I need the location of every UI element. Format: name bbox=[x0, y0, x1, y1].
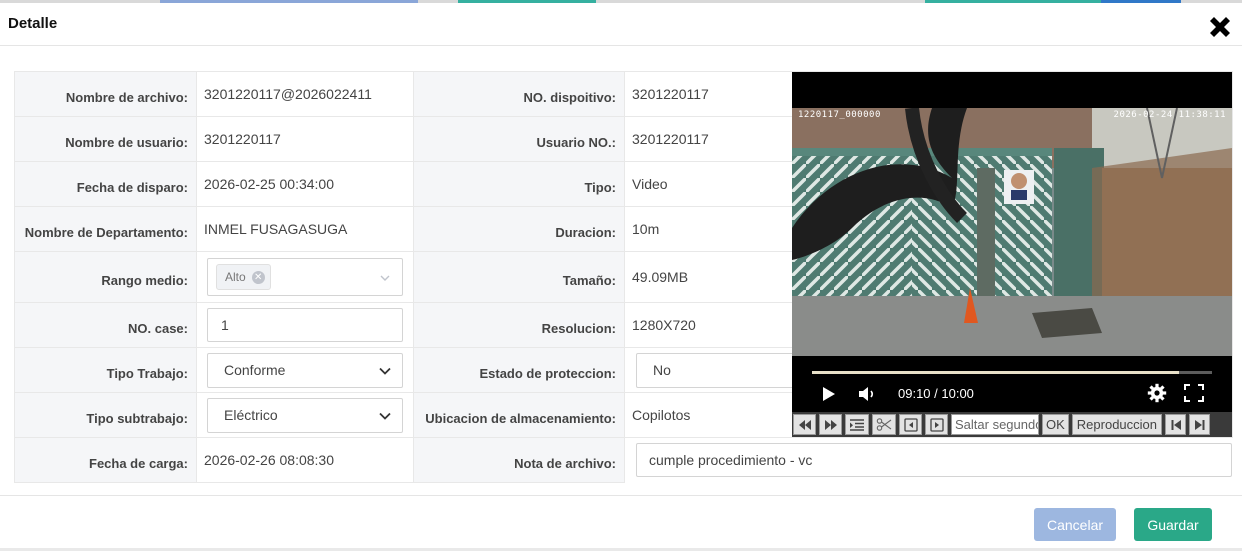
skip-seconds-input[interactable]: Saltar segundos bbox=[951, 414, 1039, 435]
video-progress-fill bbox=[812, 371, 1179, 374]
ok-button[interactable]: OK bbox=[1042, 414, 1069, 435]
case-number-value: 1 bbox=[221, 317, 229, 333]
storage-location-value: Copilotos bbox=[632, 407, 691, 423]
skip-start-icon bbox=[1171, 419, 1181, 430]
field-label: Nota de archivo: bbox=[413, 437, 625, 483]
prev-frame-icon bbox=[903, 417, 918, 432]
field-label: NO. case: bbox=[14, 302, 197, 348]
trigger-date-value: 2026-02-25 00:34:00 bbox=[204, 176, 334, 192]
playlist-button[interactable] bbox=[845, 414, 869, 435]
volume-button[interactable] bbox=[858, 385, 878, 408]
rewind-button[interactable] bbox=[793, 414, 816, 435]
play-button[interactable] bbox=[822, 386, 836, 407]
skip-start-button[interactable] bbox=[1165, 414, 1187, 435]
video-time: 09:10 / 10:00 bbox=[898, 386, 974, 401]
field-label: Fecha de carga: bbox=[14, 437, 197, 483]
list-indent-icon bbox=[850, 418, 864, 431]
field-label: Tamaño: bbox=[413, 251, 625, 303]
file-note-input[interactable]: cumple procedimiento - vc bbox=[636, 443, 1232, 478]
settings-gear-icon bbox=[1147, 383, 1167, 403]
player-toolbar: Saltar segundos OK Reproduccion bbox=[792, 412, 1232, 437]
video-frame-image bbox=[792, 108, 1232, 356]
rewind-icon bbox=[798, 419, 811, 430]
next-frame-icon bbox=[929, 417, 944, 432]
skip-end-icon bbox=[1194, 419, 1205, 430]
play-icon bbox=[823, 387, 835, 401]
protection-status-value: No bbox=[653, 362, 671, 378]
modal-footer: Cancelar Guardar bbox=[0, 495, 1242, 552]
range-multiselect[interactable]: Alto ✕ bbox=[207, 258, 403, 296]
work-type-value: Conforme bbox=[224, 362, 286, 378]
fullscreen-icon bbox=[1184, 384, 1204, 402]
field-label: Usuario NO.: bbox=[413, 116, 625, 162]
field-label: Nombre de Departamento: bbox=[14, 206, 197, 252]
range-tag-label: Alto bbox=[225, 270, 246, 284]
video-progress-bar[interactable] bbox=[812, 371, 1212, 374]
range-tag: Alto ✕ bbox=[216, 264, 271, 290]
field-label: Resolucion: bbox=[413, 302, 625, 348]
playback-button[interactable]: Reproduccion bbox=[1071, 414, 1163, 435]
field-label: Rango medio: bbox=[14, 251, 197, 303]
file-note-value: cumple procedimiento - vc bbox=[649, 452, 813, 469]
case-number-input[interactable]: 1 bbox=[207, 308, 403, 342]
duration-value: 10m bbox=[632, 221, 660, 237]
fast-forward-button[interactable] bbox=[819, 414, 842, 435]
file-name-value: 3201220117@2026022411 bbox=[204, 86, 372, 102]
prev-frame-button[interactable] bbox=[899, 414, 922, 435]
table-row: Fecha de carga: 2026-02-26 08:08:30 Nota… bbox=[14, 437, 1232, 483]
clip-button[interactable] bbox=[872, 414, 896, 435]
field-label: Tipo Trabajo: bbox=[14, 347, 197, 393]
video-osd-device: 1220117_000000 bbox=[798, 110, 881, 120]
video-osd-timestamp: 2026-02-24 11:38:11 bbox=[1113, 110, 1226, 120]
size-value: 49.09MB bbox=[632, 269, 689, 285]
field-label: Tipo subtrabajo: bbox=[14, 392, 197, 438]
cancel-button[interactable]: Cancelar bbox=[1034, 508, 1116, 541]
work-type-select[interactable]: Conforme bbox=[207, 352, 403, 388]
save-button[interactable]: Guardar bbox=[1134, 508, 1212, 541]
field-label: Fecha de disparo: bbox=[14, 161, 197, 207]
department-value: INMEL FUSAGASUGA bbox=[204, 221, 348, 237]
resolution-value: 1280X720 bbox=[632, 317, 696, 333]
subwork-type-select[interactable]: Eléctrico bbox=[207, 397, 403, 433]
scissors-icon bbox=[876, 418, 892, 431]
field-label: Estado de proteccion: bbox=[413, 347, 625, 393]
skip-end-button[interactable] bbox=[1189, 414, 1211, 435]
tag-remove-icon[interactable]: ✕ bbox=[251, 270, 265, 284]
chevron-down-icon bbox=[379, 412, 391, 420]
modal-header: Detalle bbox=[0, 3, 1242, 46]
chevron-down-icon bbox=[380, 275, 390, 281]
field-label: Duracion: bbox=[413, 206, 625, 252]
upload-date-value: 2026-02-26 08:08:30 bbox=[204, 452, 334, 468]
close-button[interactable] bbox=[1206, 15, 1234, 43]
field-label: Tipo: bbox=[413, 161, 625, 207]
modal-title: Detalle bbox=[8, 15, 58, 32]
type-value: Video bbox=[632, 176, 668, 192]
settings-button[interactable] bbox=[1147, 383, 1167, 408]
field-label: NO. dispoitivo: bbox=[413, 71, 625, 117]
field-label: Nombre de usuario: bbox=[14, 116, 197, 162]
video-frame[interactable] bbox=[792, 108, 1232, 356]
fullscreen-button[interactable] bbox=[1184, 384, 1204, 407]
user-number-value: 3201220117 bbox=[632, 131, 709, 147]
device-number-value: 3201220117 bbox=[632, 86, 709, 102]
user-name-value: 3201220117 bbox=[204, 131, 281, 147]
field-label: Ubicacion de almacenamiento: bbox=[413, 392, 625, 438]
next-frame-button[interactable] bbox=[925, 414, 948, 435]
close-icon bbox=[1210, 17, 1230, 37]
subwork-type-value: Eléctrico bbox=[224, 407, 278, 423]
volume-icon bbox=[859, 387, 874, 401]
fast-forward-icon bbox=[824, 419, 837, 430]
video-player[interactable]: 1220117_000000 2026-02-24 11:38:11 09:10… bbox=[792, 72, 1232, 412]
chevron-down-icon bbox=[379, 367, 391, 375]
field-label: Nombre de archivo: bbox=[14, 71, 197, 117]
